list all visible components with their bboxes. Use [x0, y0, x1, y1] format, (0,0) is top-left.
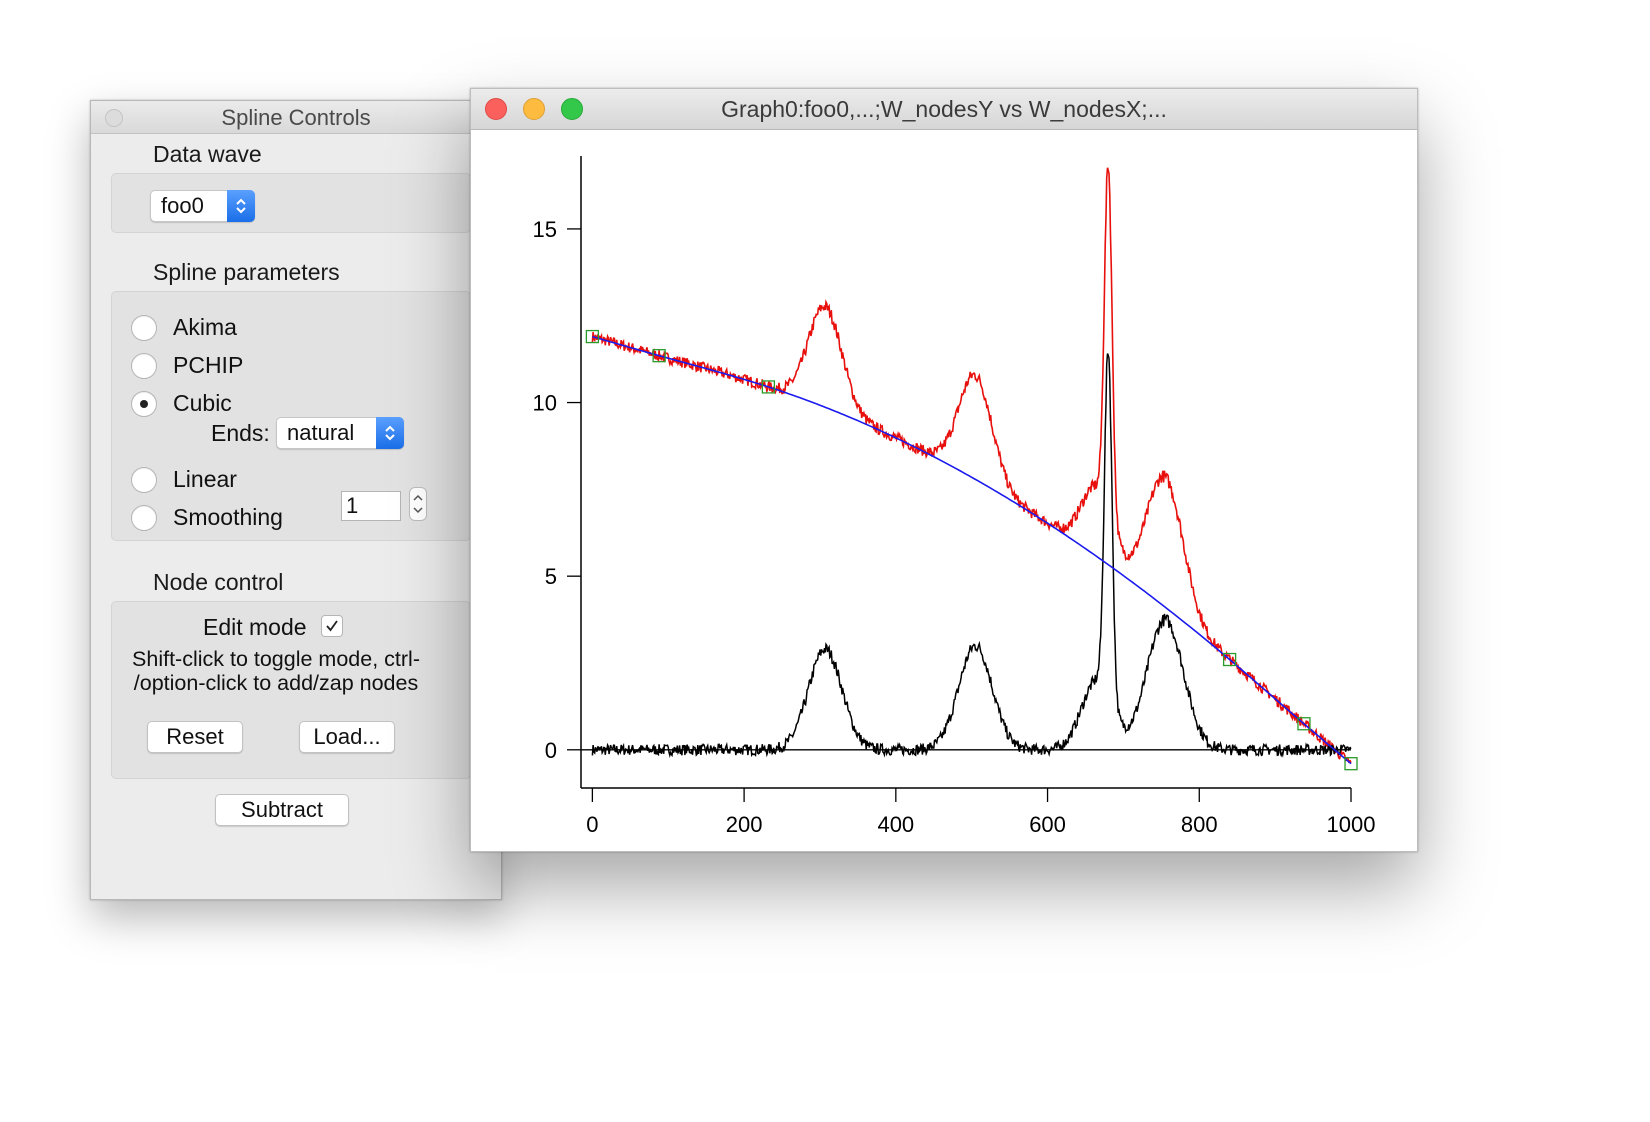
series-layer: [591, 167, 1352, 765]
data-series-red: [591, 167, 1352, 764]
y-tick-label: 15: [533, 217, 557, 242]
close-window-button[interactable]: [485, 98, 507, 120]
radio-button[interactable]: [131, 505, 157, 531]
panel-title: Spline Controls: [221, 105, 371, 130]
data-wave-popup[interactable]: foo0: [150, 190, 255, 222]
radio-label: Linear: [173, 466, 237, 492]
subtract-button[interactable]: Subtract: [215, 794, 349, 826]
nodes-layer: [585, 329, 1358, 771]
graph-title: Graph0:foo0,...;W_nodesY vs W_nodesX;...: [721, 96, 1167, 122]
x-tick-label: 400: [877, 812, 914, 837]
x-tick-label: 800: [1181, 812, 1218, 837]
radio-button[interactable]: [131, 467, 157, 493]
panel-titlebar[interactable]: Spline Controls: [91, 101, 501, 134]
spline-params-label: Spline parameters: [153, 259, 340, 285]
ends-popup[interactable]: natural: [276, 417, 404, 449]
spline-controls-window: Spline Controls Data wave foo0 Spline pa…: [90, 100, 502, 900]
axes: 0 5 10 15 0 200 400 600 800 1000: [533, 156, 1376, 837]
zoom-window-button[interactable]: [561, 98, 583, 120]
radio-label: Smoothing: [173, 504, 283, 530]
ends-label: Ends:: [211, 420, 270, 446]
edit-mode-checkbox[interactable]: [321, 615, 343, 637]
radio-selected-dot: [140, 400, 148, 408]
y-tick-label: 5: [545, 564, 557, 589]
smoothing-value-field[interactable]: 1: [341, 491, 401, 521]
edit-mode-label: Edit mode: [203, 614, 307, 640]
radio-label: Akima: [173, 314, 237, 340]
help-text: Shift-click to toggle mode, ctrl- /optio…: [91, 647, 461, 695]
graph-window: Graph0:foo0,...;W_nodesY vs W_nodesX;...…: [470, 88, 1418, 852]
graph-titlebar[interactable]: Graph0:foo0,...;W_nodesY vs W_nodesX;...: [471, 89, 1417, 130]
x-tick-label: 0: [586, 812, 598, 837]
data-wave-label: Data wave: [153, 141, 262, 167]
panel-close-button[interactable]: [105, 109, 123, 127]
spline-series-blue: [592, 335, 1352, 765]
chevron-updown-icon: [227, 190, 255, 222]
radio-button[interactable]: [131, 315, 157, 341]
subtracted-series-black: [591, 353, 1352, 759]
y-tick-label: 0: [545, 738, 557, 763]
help-text-line: Shift-click to toggle mode, ctrl-: [132, 647, 420, 671]
reset-button[interactable]: Reset: [147, 721, 243, 753]
data-wave-group: foo0: [111, 173, 471, 233]
checkmark-icon: [326, 620, 338, 632]
node-control-label: Node control: [153, 569, 284, 595]
smoothing-stepper[interactable]: [409, 487, 427, 521]
ends-value: natural: [287, 420, 355, 445]
load-button[interactable]: Load...: [299, 721, 395, 753]
radio-label: Cubic: [173, 390, 232, 416]
plot-area[interactable]: 0 5 10 15 0 200 400 600 800 1000: [471, 130, 1417, 850]
minimize-window-button[interactable]: [523, 98, 545, 120]
data-wave-value: foo0: [161, 193, 204, 218]
radio-label: PCHIP: [173, 352, 244, 378]
radio-button[interactable]: [131, 353, 157, 379]
x-tick-label: 1000: [1327, 812, 1376, 837]
help-text-line: /option-click to add/zap nodes: [133, 671, 419, 695]
x-tick-label: 600: [1029, 812, 1066, 837]
radio-button[interactable]: [131, 391, 157, 417]
y-tick-label: 10: [533, 391, 557, 416]
x-tick-label: 200: [726, 812, 763, 837]
stepper-arrows-icon: [413, 494, 423, 514]
chevron-updown-icon: [376, 417, 404, 449]
